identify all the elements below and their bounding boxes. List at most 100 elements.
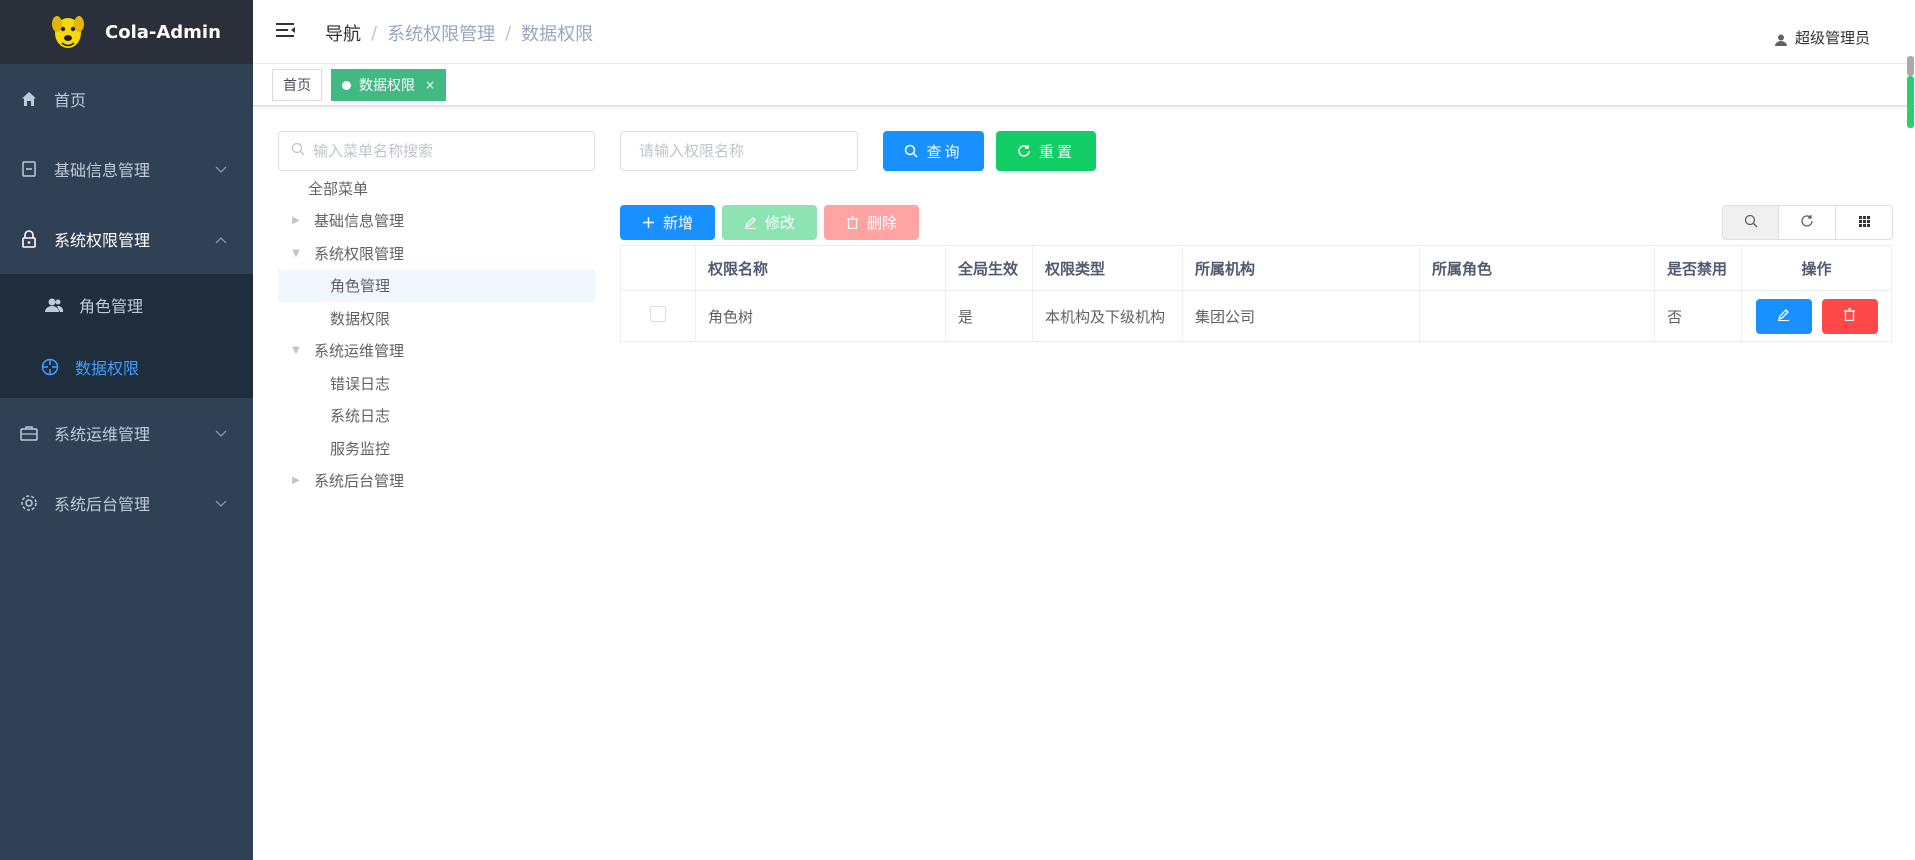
column-header: 操作 [1741,245,1892,291]
sidebar: Cola-Admin 首页 基础信息管理 系统权限管理 角色管理 数据权限 系统… [0,0,253,860]
close-icon[interactable]: × [425,78,435,92]
scrollbar-indicator [1907,76,1914,128]
refresh-icon [1017,144,1031,158]
home-icon [20,90,38,108]
tree-node-label: 系统后台管理 [314,472,405,491]
users-icon [45,296,63,314]
row-checkbox[interactable] [650,306,666,322]
tags-view: 首页 数据权限 × [253,64,1915,106]
table-cell: 集团公司 [1182,290,1420,342]
breadcrumb: 导航 / 系统权限管理 / 数据权限 [325,20,593,46]
query-button[interactable]: 查询 [883,131,984,171]
column-header: 是否禁用 [1654,245,1742,291]
edit-button[interactable]: 修改 [722,205,817,240]
refresh-icon [1800,214,1814,232]
table-header-row: 权限名称 全局生效 权限类型 所属机构 所属角色 是否禁用 操作 [620,245,1892,291]
sidebar-item-label: 首页 [54,91,87,110]
tag-home[interactable]: 首页 [272,69,322,101]
permissions-table: 权限名称 全局生效 权限类型 所属机构 所属角色 是否禁用 操作 角色树 是 本… [620,245,1892,342]
menu-tree: 全部菜单 ▶ 基础信息管理 ▼ 系统权限管理 角色管理 数据权限 ▼ 系统运维管理 错… [278,172,595,497]
caret-right-icon[interactable]: ▶ [290,475,302,486]
user-icon [1774,32,1787,46]
sidebar-item-ops[interactable]: 系统运维管理 [0,398,253,468]
tree-node-label: 基础信息管理 [314,212,405,231]
menu-toggle-icon[interactable] [275,21,297,41]
tree-node[interactable]: ▼ 系统运维管理 [278,335,595,368]
toggle-search-button[interactable] [1722,205,1779,240]
tree-node-root[interactable]: 全部菜单 [278,172,595,205]
caret-right-icon[interactable]: ▶ [290,215,302,226]
breadcrumb-item: 数据权限 [521,24,594,45]
tag-label: 首页 [283,78,311,94]
tree-node-label: 系统日志 [330,407,391,426]
caret-down-icon[interactable]: ▼ [290,248,302,259]
sidebar-item-label: 系统权限管理 [54,231,151,250]
sidebar-item-label: 数据权限 [75,359,140,378]
column-header: 权限类型 [1032,245,1183,291]
sidebar-item-label: 角色管理 [79,297,144,316]
sidebar-item-backend[interactable]: 系统后台管理 [0,468,253,538]
tree-node-label: 服务监控 [330,439,391,458]
breadcrumb-separator: / [371,22,378,44]
gear-icon [20,494,38,512]
breadcrumb-separator: / [505,22,512,44]
logo-area[interactable]: Cola-Admin [0,0,253,64]
row-delete-button[interactable] [1821,298,1878,334]
tree-node[interactable]: 系统日志 [278,400,595,433]
tree-search-input[interactable] [313,142,583,160]
plus-icon [642,216,655,229]
columns-button[interactable] [1836,205,1893,240]
sidebar-item-label: 基础信息管理 [54,161,151,180]
tag-data-permissions[interactable]: 数据权限 × [331,69,447,101]
tree-node[interactable]: 数据权限 [278,302,595,335]
table-row[interactable]: 角色树 是 本机构及下级机构 集团公司 否 [620,290,1892,342]
tree-node[interactable]: 服务监控 [278,432,595,465]
table-cell [1419,290,1655,342]
column-header: 权限名称 [695,245,946,291]
tree-node[interactable]: 错误日志 [278,367,595,400]
dog-logo-icon [50,12,86,52]
tree-node[interactable]: ▼ 系统权限管理 [278,237,595,270]
row-select-cell [620,290,696,342]
tree-node-label: 错误日志 [330,374,391,393]
refresh-button[interactable] [1779,205,1836,240]
row-actions-cell [1741,290,1892,342]
active-dot-icon [342,80,351,90]
sidebar-item-home[interactable]: 首页 [0,64,253,134]
sidebar-item-role-management[interactable]: 角色管理 [0,274,253,336]
table-cell: 是 [945,290,1033,342]
delete-button[interactable]: 删除 [824,205,919,240]
tree-node[interactable]: 角色管理 [278,269,595,302]
column-header: 全局生效 [945,245,1033,291]
column-header: 所属角色 [1419,245,1655,291]
select-all-header [620,245,696,291]
search-icon [1744,214,1758,232]
sidebar-item-data-permissions[interactable]: 数据权限 [0,336,253,398]
sidebar-item-permissions[interactable]: 系统权限管理 [0,204,253,274]
query-button-label: 查询 [926,142,963,161]
table-tools [1722,205,1893,240]
add-button[interactable]: 新增 [620,205,715,240]
breadcrumb-item[interactable]: 系统权限管理 [387,20,495,46]
reset-button-label: 重置 [1038,142,1075,161]
sidebar-item-label: 系统运维管理 [54,425,151,444]
tag-label: 数据权限 [359,78,415,94]
tree-node[interactable]: ▶ 基础信息管理 [278,205,595,238]
reset-button[interactable]: 重置 [996,131,1096,171]
lock-icon [20,230,38,248]
row-edit-button[interactable] [1755,298,1812,334]
edit-button-label: 修改 [764,214,795,232]
chevron-up-icon [215,230,227,248]
tree-node-label: 系统权限管理 [314,244,405,263]
permissions-submenu: 角色管理 数据权限 [0,274,253,398]
user-menu[interactable]: 超级管理员 [1774,27,1870,48]
chevron-down-icon [215,424,227,442]
sidebar-item-basic-info[interactable]: 基础信息管理 [0,134,253,204]
search-icon [291,142,305,160]
tree-node[interactable]: ▶ 系统后台管理 [278,465,595,498]
scrollbar-thumb[interactable] [1907,56,1914,76]
breadcrumb-item[interactable]: 导航 [325,20,361,46]
caret-down-icon[interactable]: ▼ [290,345,302,356]
permission-name-input[interactable] [620,131,858,171]
trash-icon [1843,307,1856,325]
